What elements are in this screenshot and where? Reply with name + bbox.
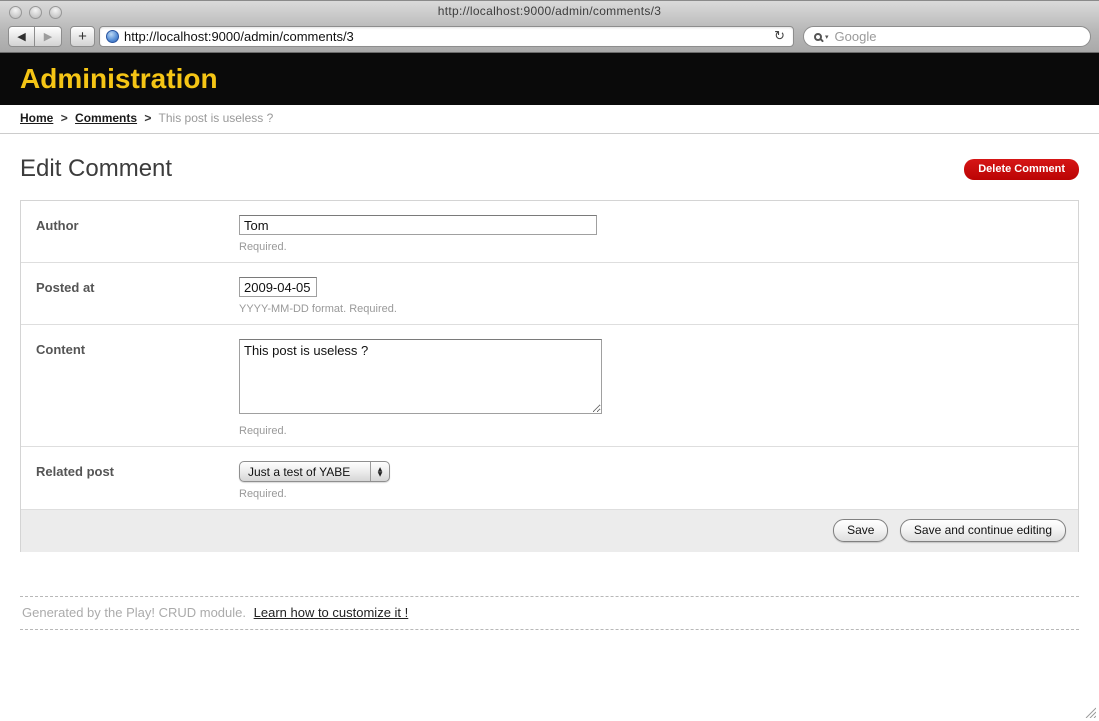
field-row-author: Author Required. bbox=[21, 201, 1078, 263]
content-hint: Required. bbox=[239, 425, 1063, 437]
close-window-button[interactable] bbox=[9, 6, 22, 19]
content-label: Content bbox=[36, 339, 239, 437]
back-button[interactable]: ◀ bbox=[8, 26, 35, 47]
breadcrumb-separator: > bbox=[61, 111, 68, 125]
browser-window: http://localhost:9000/admin/comments/3 ◀… bbox=[0, 0, 1099, 721]
footer-text: Generated by the Play! CRUD module. bbox=[22, 605, 246, 620]
breadcrumb-current: This post is useless ? bbox=[159, 111, 274, 125]
breadcrumb: Home > Comments > This post is useless ? bbox=[0, 105, 1099, 134]
posted-at-control: YYYY-MM-DD format. Required. bbox=[239, 277, 1063, 315]
browser-toolbar: ◀ ▶ + ↻ ▾ bbox=[0, 21, 1099, 52]
zoom-window-button[interactable] bbox=[49, 6, 62, 19]
related-post-control: Just a test of YABE ▲ ▼ Required. bbox=[239, 461, 1063, 500]
author-control: Required. bbox=[239, 215, 1063, 253]
forward-icon: ▶ bbox=[44, 30, 52, 43]
nav-buttons: ◀ ▶ bbox=[8, 26, 62, 47]
plus-icon: + bbox=[78, 28, 87, 45]
search-options-caret-icon[interactable]: ▾ bbox=[825, 33, 829, 41]
search-icon bbox=[814, 33, 822, 41]
related-post-hint: Required. bbox=[239, 488, 1063, 500]
new-tab-button[interactable]: + bbox=[70, 26, 95, 47]
app-title: Administration bbox=[20, 63, 218, 95]
save-button[interactable]: Save bbox=[833, 519, 888, 542]
resize-grip-icon[interactable] bbox=[1083, 705, 1096, 718]
form-actions: Save Save and continue editing bbox=[21, 510, 1078, 552]
url-input[interactable] bbox=[124, 29, 772, 44]
main-content: Edit Comment Delete Comment Author Requi… bbox=[0, 155, 1099, 630]
forward-button[interactable]: ▶ bbox=[35, 26, 62, 47]
content-control: This post is useless ? Required. bbox=[239, 339, 1063, 437]
content-textarea[interactable]: This post is useless ? bbox=[239, 339, 602, 414]
breadcrumb-comments-link[interactable]: Comments bbox=[75, 111, 137, 125]
address-bar[interactable]: ↻ bbox=[99, 26, 794, 47]
reload-icon[interactable]: ↻ bbox=[772, 29, 787, 44]
related-post-select[interactable]: Just a test of YABE ▲ ▼ bbox=[239, 461, 390, 482]
customize-link[interactable]: Learn how to customize it ! bbox=[254, 605, 409, 620]
breadcrumb-home-link[interactable]: Home bbox=[20, 111, 53, 125]
field-row-content: Content This post is useless ? Required. bbox=[21, 325, 1078, 447]
browser-chrome: http://localhost:9000/admin/comments/3 ◀… bbox=[0, 0, 1099, 53]
minimize-window-button[interactable] bbox=[29, 6, 42, 19]
field-row-related-post: Related post Just a test of YABE ▲ ▼ Req… bbox=[21, 447, 1078, 510]
save-and-continue-button[interactable]: Save and continue editing bbox=[900, 519, 1066, 542]
window-controls bbox=[9, 6, 62, 19]
edit-comment-form: Author Required. Posted at YYYY-MM-DD fo… bbox=[20, 200, 1079, 552]
back-icon: ◀ bbox=[17, 30, 25, 43]
author-label: Author bbox=[36, 215, 239, 253]
window-title: http://localhost:9000/admin/comments/3 bbox=[0, 1, 1099, 21]
page-header: Edit Comment Delete Comment bbox=[20, 155, 1079, 183]
select-stepper-icon: ▲ ▼ bbox=[370, 462, 389, 481]
posted-at-input[interactable] bbox=[239, 277, 317, 297]
stepper-down-icon: ▼ bbox=[378, 472, 383, 477]
related-post-label: Related post bbox=[36, 461, 239, 500]
delete-comment-button[interactable]: Delete Comment bbox=[964, 159, 1079, 180]
search-field[interactable]: ▾ bbox=[803, 26, 1091, 47]
globe-icon bbox=[106, 30, 119, 43]
page-title: Edit Comment bbox=[20, 155, 172, 183]
posted-at-label: Posted at bbox=[36, 277, 239, 315]
author-hint: Required. bbox=[239, 241, 1063, 253]
related-post-selected-value: Just a test of YABE bbox=[240, 465, 370, 479]
author-input[interactable] bbox=[239, 215, 597, 235]
footer: Generated by the Play! CRUD module. Lear… bbox=[20, 596, 1079, 630]
breadcrumb-separator: > bbox=[144, 111, 151, 125]
admin-header: Administration bbox=[0, 53, 1099, 105]
title-bar[interactable]: http://localhost:9000/admin/comments/3 bbox=[0, 1, 1099, 21]
posted-at-hint: YYYY-MM-DD format. Required. bbox=[239, 303, 1063, 315]
field-row-posted-at: Posted at YYYY-MM-DD format. Required. bbox=[21, 263, 1078, 325]
search-input[interactable] bbox=[835, 29, 1080, 44]
